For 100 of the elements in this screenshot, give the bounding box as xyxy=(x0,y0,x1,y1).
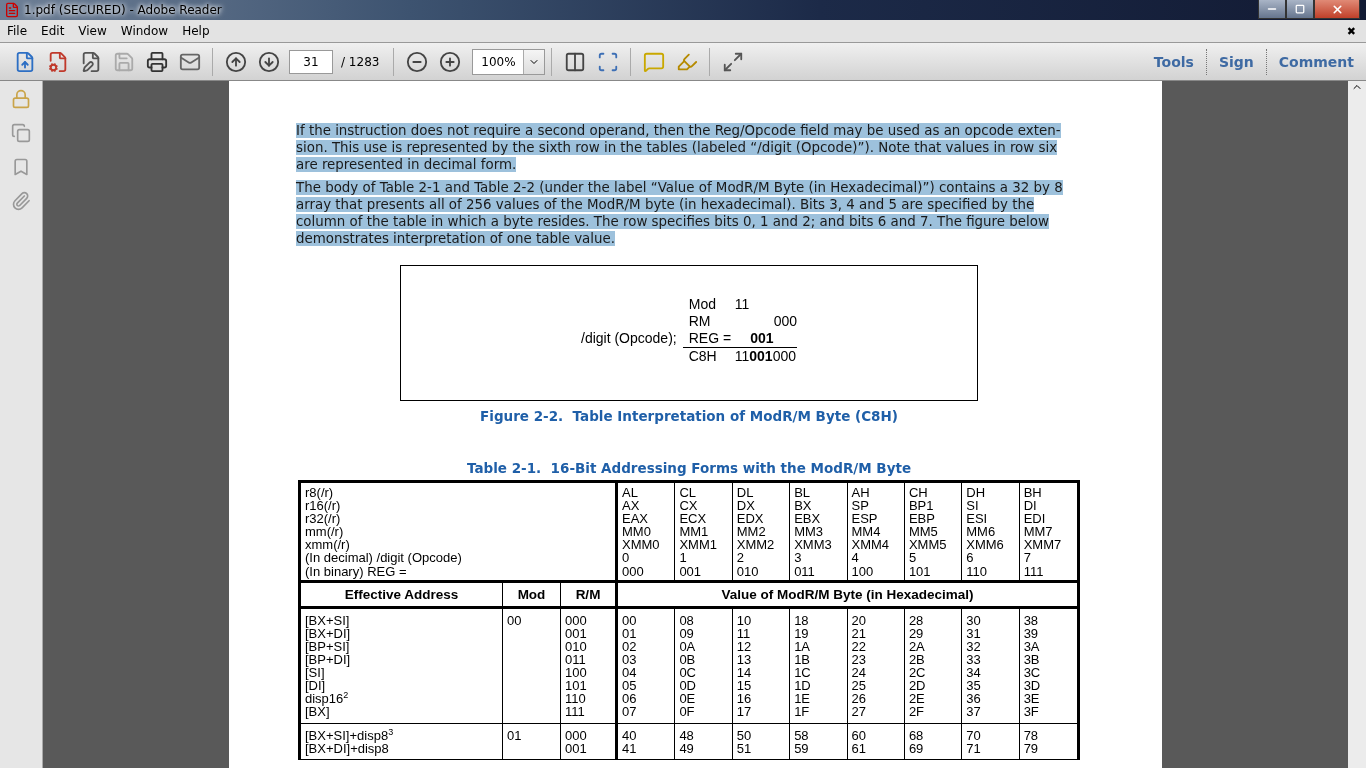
hex-value: 07 xyxy=(622,705,638,719)
register-name: BX xyxy=(794,499,813,513)
register-name: 2 xyxy=(736,551,745,565)
close-icon xyxy=(1330,2,1344,16)
column-header: Mod xyxy=(503,582,561,609)
maximize-icon xyxy=(1295,4,1305,14)
register-name: MM6 xyxy=(966,525,997,539)
hex-value: 18 xyxy=(794,613,810,627)
hex-value: 2A xyxy=(908,639,926,654)
hex-value: 1B xyxy=(794,653,812,667)
register-name: XMM6 xyxy=(966,538,1005,552)
register-name: EBP xyxy=(908,512,936,526)
rm-bits: 001 xyxy=(565,626,588,640)
register-name: 3 xyxy=(794,551,803,565)
register-name: 111 xyxy=(1023,564,1045,578)
hex-value: 10 xyxy=(736,613,753,627)
hex-value: 36 xyxy=(966,692,982,706)
rm-bits: 110 xyxy=(565,692,587,706)
mod-bits: 01 xyxy=(507,728,523,742)
hex-value: 3E xyxy=(1023,692,1041,706)
register-name: 5 xyxy=(908,551,918,565)
register-name: AH xyxy=(851,486,871,500)
hex-value: 06 xyxy=(622,692,638,706)
address-mode: disp16$^{2}$ xyxy=(305,692,350,706)
paperclip-icon[interactable] xyxy=(11,191,31,211)
menu-item[interactable]: View xyxy=(71,24,114,38)
hex-value: 28 xyxy=(908,613,925,627)
row-label: r8(/r) xyxy=(305,486,334,500)
hex-value: 3D xyxy=(1023,679,1042,693)
hex-value: 08 xyxy=(679,613,695,627)
close-document-button[interactable]: ✖ xyxy=(1346,24,1356,38)
register-name: SP xyxy=(851,499,870,513)
hex-value: 2B xyxy=(908,653,926,667)
field-name: C8H xyxy=(688,348,718,365)
row-label: mm(/r) xyxy=(305,525,344,539)
hex-value: 1F xyxy=(794,705,811,719)
page-number-field[interactable]: 31 xyxy=(289,49,333,74)
address-mode: [DI] xyxy=(305,679,326,693)
scrollbar[interactable] xyxy=(1348,81,1366,768)
minimize-button[interactable] xyxy=(1258,0,1286,19)
table-title: Table 2-1. 16-Bit Addressing Forms with the ModR/M Byte xyxy=(465,460,913,476)
hex-value: 71 xyxy=(966,741,982,755)
menu-item[interactable]: Help xyxy=(175,24,217,38)
field-name: RM xyxy=(688,313,712,330)
menu-item[interactable]: Window xyxy=(113,24,176,38)
pane-link[interactable]: Tools xyxy=(1141,48,1206,75)
figure-caption: Figure 2-2. Table Interpretation of ModR/M Byte (C8H) xyxy=(479,408,899,424)
pane-link[interactable]: Comment xyxy=(1265,48,1366,75)
register-name: 110 xyxy=(966,564,988,578)
address-mode: [BX+SI]+disp8$^{3}$ xyxy=(305,728,395,742)
hex-value: 09 xyxy=(679,626,695,640)
rm-bits: 100 xyxy=(565,666,588,680)
hex-value: 0E xyxy=(679,692,697,706)
register-name: MM5 xyxy=(908,525,939,539)
register-name: 000 xyxy=(622,564,645,578)
register-name: BP1 xyxy=(908,499,935,513)
hex-value: 00 xyxy=(622,613,638,627)
hex-value: 02 xyxy=(622,639,638,654)
row-label: (In binary) REG = xyxy=(305,564,408,578)
zoom-field[interactable]: 100% xyxy=(472,48,546,75)
hex-value: 79 xyxy=(1023,741,1040,755)
register-name: AL xyxy=(622,486,639,500)
hex-value: 78 xyxy=(1023,728,1040,742)
hex-value: 3B xyxy=(1023,653,1041,667)
register-name: CX xyxy=(679,499,699,513)
address-mode: [BX] xyxy=(305,705,330,719)
hex-value: 19 xyxy=(794,626,810,640)
window-title: 1.pdf (SECURED) - Adobe Reader xyxy=(24,3,222,17)
hex-value: 01 xyxy=(622,626,638,640)
hex-value: 05 xyxy=(622,679,638,693)
hex-value: 26 xyxy=(851,692,867,706)
register-name: DI xyxy=(1023,499,1038,513)
register-name: 101 xyxy=(908,564,932,578)
hex-value: 70 xyxy=(966,728,982,742)
hex-value: 23 xyxy=(851,653,867,667)
register-name: XMM5 xyxy=(908,538,948,552)
hex-value: 60 xyxy=(851,728,867,742)
hex-value: 0C xyxy=(679,666,697,680)
close-button[interactable] xyxy=(1314,0,1360,19)
hex-value: 37 xyxy=(966,705,982,719)
pane-link[interactable]: Sign xyxy=(1205,48,1266,75)
register-name: XMM1 xyxy=(679,538,718,552)
menu-item[interactable]: Edit xyxy=(34,24,72,38)
hex-value: 2F xyxy=(908,705,926,719)
row-label: (In decimal) /digit (Opcode) xyxy=(305,551,463,565)
register-name: MM1 xyxy=(679,525,710,539)
register-name: 0 xyxy=(622,551,631,565)
mod-bits: 00 xyxy=(507,613,523,627)
hex-value: 12 xyxy=(736,639,753,654)
register-name: ESP xyxy=(851,512,879,526)
address-mode: [BX+DI] xyxy=(305,626,352,640)
register-name: SI xyxy=(966,499,980,513)
maximize-button[interactable] xyxy=(1286,0,1314,19)
hex-value: 25 xyxy=(851,679,867,693)
menu-item[interactable]: File xyxy=(0,24,35,38)
register-name: 100 xyxy=(851,564,875,578)
hex-value: 11 xyxy=(736,626,752,640)
address-mode: [BX+DI]+disp8 xyxy=(305,741,390,755)
register-name: MM2 xyxy=(736,525,767,539)
hex-value: 35 xyxy=(966,679,982,693)
